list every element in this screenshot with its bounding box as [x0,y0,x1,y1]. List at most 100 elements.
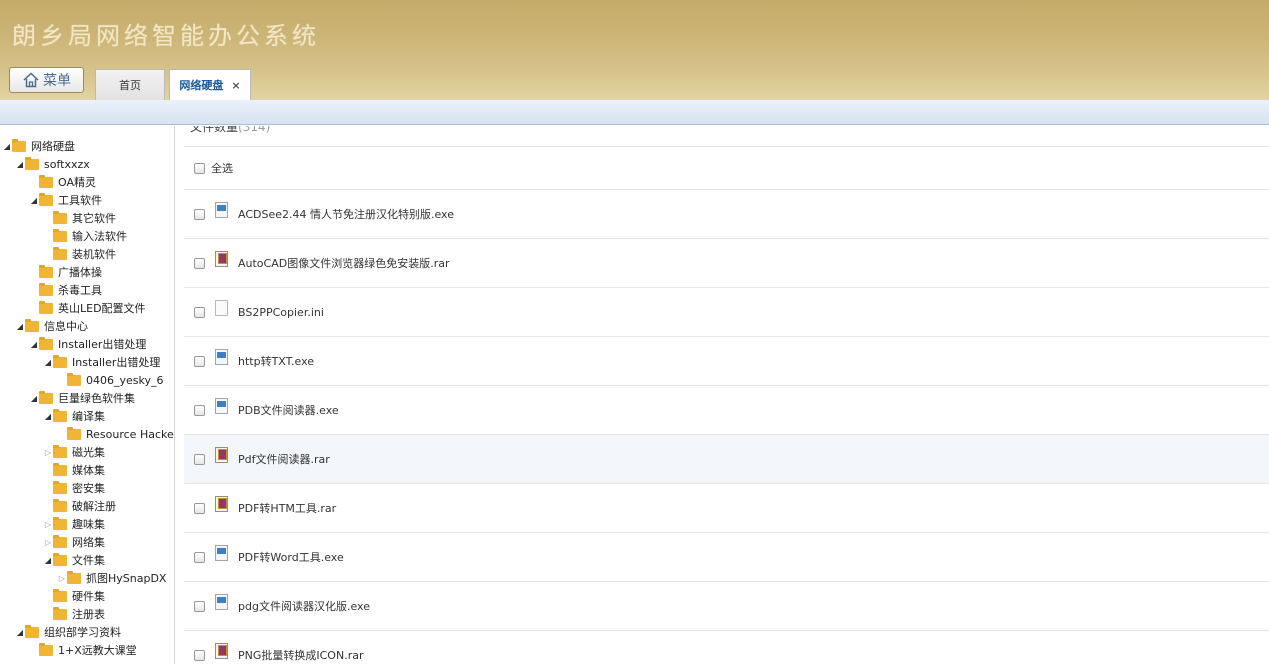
folder-icon [53,354,67,368]
expand-toggle-icon[interactable]: ◢ [15,628,25,637]
file-name[interactable]: PDF转Word工具.exe [238,549,344,565]
tree-node[interactable]: 1+X远教大课堂 [29,641,137,659]
file-checkbox[interactable] [194,600,205,612]
expand-toggle-icon[interactable]: ◢ [29,394,39,403]
expand-toggle-icon[interactable]: ▷ [57,574,67,583]
folder-icon [53,246,67,260]
tab-home[interactable]: 首页 [95,69,165,100]
select-all-checkbox[interactable] [194,162,205,174]
expand-toggle-icon[interactable]: ▷ [43,448,53,457]
expand-toggle-icon[interactable]: ◢ [43,412,53,421]
tree-node[interactable]: ▷ 磁光集 [43,443,105,461]
app-header: 朗乡局网络智能办公系统 菜单 首页 网络硬盘 × [0,0,1269,100]
file-name[interactable]: PDF转HTM工具.rar [238,500,336,516]
tab-network-disk[interactable]: 网络硬盘 × [169,69,251,100]
tree-node[interactable]: ◢ 信息中心 [15,317,88,335]
file-name[interactable]: pdg文件阅读器汉化版.exe [238,598,370,614]
expand-toggle-icon[interactable]: ▷ [43,538,53,547]
file-checkbox[interactable] [194,551,205,563]
file-name[interactable]: PNG批量转换成ICON.rar [238,647,363,663]
expand-toggle-icon[interactable]: ◢ [43,556,53,565]
menu-button-label: 菜单 [43,73,71,89]
expand-toggle-icon[interactable]: ▷ [43,520,53,529]
file-name[interactable]: Pdf文件阅读器.rar [238,451,330,467]
tree-node[interactable]: 输入法软件 [43,227,127,245]
file-row[interactable]: ACDSee2.44 情人节免注册汉化特别版.exe [184,190,1269,239]
tree-node-label: 杀毒工具 [58,284,102,297]
tree-node[interactable]: ◢ 网络硬盘 [2,137,75,155]
tree-node-label: 文件集 [72,554,105,567]
tree-node[interactable]: ▷ 趣味集 [43,515,105,533]
tree-node[interactable]: ◢ 文件集 [43,551,105,569]
file-row[interactable]: PDF转HTM工具.rar [184,484,1269,533]
expand-toggle-icon[interactable]: ◢ [2,142,12,151]
folder-icon [53,606,67,620]
file-checkbox[interactable] [194,306,205,318]
tree-node[interactable]: Resource Hacker [57,425,175,443]
select-all-row: 全选 [184,146,1269,190]
tree-node[interactable]: 硬件集 [43,587,105,605]
tree-node[interactable]: ◢ 编译集 [43,407,105,425]
tree-node[interactable]: 广播体操 [29,263,102,281]
tree-node-label: OA精灵 [58,176,96,189]
expand-toggle-icon[interactable]: ◢ [29,340,39,349]
tree-node-label: Resource Hacker [86,427,175,441]
file-name[interactable]: BS2PPCopier.ini [238,306,324,319]
file-checkbox[interactable] [194,502,205,514]
file-row[interactable]: AutoCAD图像文件浏览器绿色免安装版.rar [184,239,1269,288]
tree-node[interactable]: ◢ softxxzx [15,155,90,173]
file-count-label: 文件数量 [190,126,239,134]
file-name[interactable]: PDB文件阅读器.exe [238,402,339,418]
file-row[interactable]: BS2PPCopier.ini [184,288,1269,337]
tree-node[interactable]: ▷ 抓图HySnapDX [57,569,166,587]
expand-toggle-icon[interactable]: ◢ [15,160,25,169]
file-name[interactable]: http转TXT.exe [238,353,314,369]
tree-node[interactable]: ◢ 工具软件 [29,191,102,209]
tree-node[interactable]: ▷ 网络集 [43,533,105,551]
tab-network-disk-label: 网络硬盘 [179,79,224,92]
select-all-label: 全选 [211,162,233,175]
tree-node[interactable]: OA精灵 [29,173,96,191]
menu-button[interactable]: 菜单 [9,67,84,93]
exe-file-icon [215,202,228,218]
tree-node[interactable]: ◢ Installer出错处理 [43,353,160,371]
file-row[interactable]: http转TXT.exe [184,337,1269,386]
file-name[interactable]: ACDSee2.44 情人节免注册汉化特别版.exe [238,206,454,222]
file-row[interactable]: PDB文件阅读器.exe [184,386,1269,435]
close-icon[interactable]: × [231,79,240,92]
tree-node-label: 组织部学习资料 [44,626,121,639]
expand-toggle-icon[interactable]: ◢ [43,358,53,367]
file-checkbox[interactable] [194,453,205,465]
file-name[interactable]: AutoCAD图像文件浏览器绿色免安装版.rar [238,255,450,271]
tree-node[interactable]: 注册表 [43,605,105,623]
tree-node[interactable]: 英山LED配置文件 [29,299,146,317]
tree-node-label: 密安集 [72,482,105,495]
file-row[interactable]: PDF转Word工具.exe [184,533,1269,582]
tree-node[interactable]: 装机软件 [43,245,116,263]
tree-node[interactable]: ◢ Installer出错处理 [29,335,146,353]
tree-node[interactable]: 破解注册 [43,497,116,515]
file-checkbox[interactable] [194,404,205,416]
home-icon [23,72,39,88]
expand-toggle-icon[interactable]: ◢ [15,322,25,331]
tree-node[interactable]: 媒体集 [43,461,105,479]
tree-node[interactable]: 杀毒工具 [29,281,102,299]
tree-node[interactable]: ◢ 巨量绿色软件集 [29,389,135,407]
tree-node[interactable]: 其它软件 [43,209,116,227]
file-checkbox[interactable] [194,355,205,367]
file-checkbox[interactable] [194,208,205,220]
file-checkbox[interactable] [194,649,205,661]
exe-file-icon [215,349,228,365]
tree-node-label: Installer出错处理 [58,338,147,351]
file-row[interactable]: PNG批量转换成ICON.rar [184,631,1269,664]
file-checkbox[interactable] [194,257,205,269]
folder-tree[interactable]: ◢ 网络硬盘 ◢ softxxzx OA精灵 ◢ 工具软件 其它软件 输入法软件… [0,126,175,664]
expand-toggle-icon[interactable]: ◢ [29,196,39,205]
folder-icon [53,534,67,548]
file-row[interactable]: pdg文件阅读器汉化版.exe [184,582,1269,631]
file-row[interactable]: Pdf文件阅读器.rar [184,435,1269,484]
tree-node[interactable]: ◢ 组织部学习资料 [15,623,121,641]
tree-node-label: 网络集 [72,536,105,549]
tree-node[interactable]: 密安集 [43,479,105,497]
tree-node[interactable]: 0406_yesky_6 [57,371,164,389]
